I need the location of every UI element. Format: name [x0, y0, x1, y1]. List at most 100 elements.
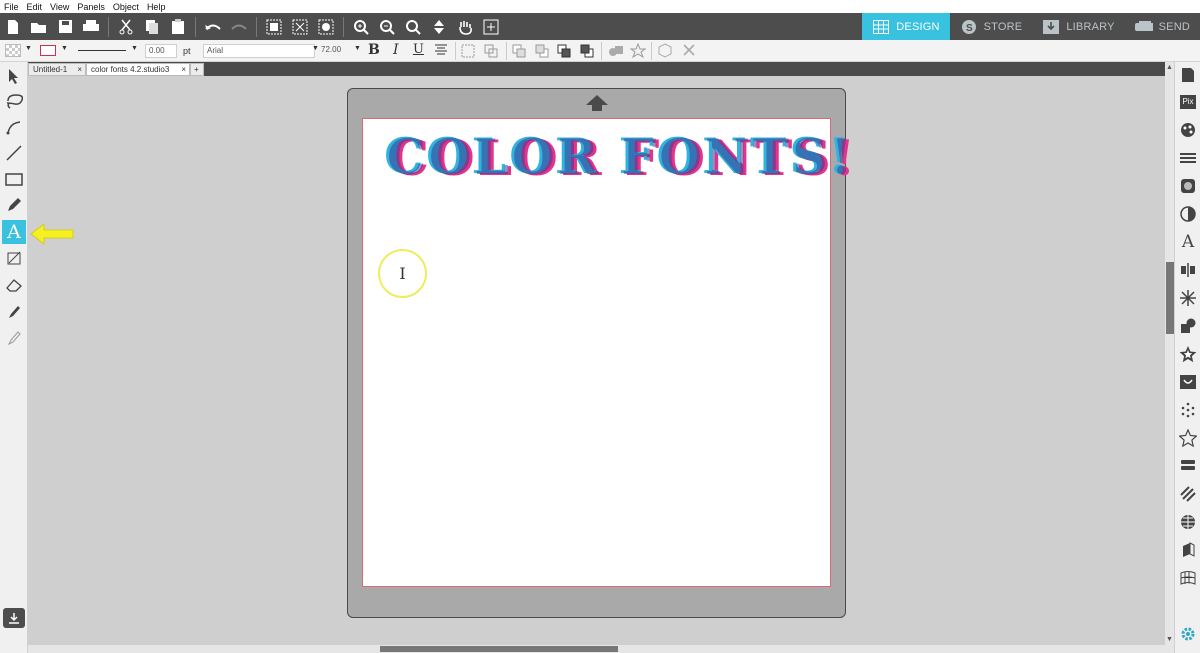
horizontal-scrollbar[interactable]	[28, 645, 1175, 653]
send-to-back-icon[interactable]	[580, 44, 594, 60]
delete-x-icon[interactable]	[682, 43, 696, 59]
svg-text:S: S	[966, 23, 973, 34]
pixscan-icon[interactable]: Pix	[1178, 92, 1198, 112]
bring-forward-icon[interactable]	[512, 44, 526, 60]
close-icon[interactable]: ×	[181, 64, 186, 75]
offset-star-icon[interactable]	[1178, 344, 1198, 364]
cut-icon[interactable]	[114, 16, 138, 38]
modify-shapes-icon[interactable]	[1178, 316, 1198, 336]
page-setup-icon[interactable]	[1178, 65, 1198, 85]
copy-icon[interactable]	[140, 16, 164, 38]
warp-grid-icon[interactable]	[1178, 568, 1198, 588]
zoom-select-icon[interactable]	[401, 16, 425, 38]
bring-to-front-icon[interactable]	[557, 44, 571, 60]
layers-icon[interactable]	[1178, 456, 1198, 476]
eraser-icon[interactable]	[2, 273, 26, 297]
fit-to-page-icon[interactable]	[427, 16, 451, 38]
text-align-icon[interactable]	[434, 44, 448, 58]
fill-color-swatch[interactable]	[5, 44, 21, 57]
rectangle-icon[interactable]	[2, 167, 26, 191]
line-width-field[interactable]: 0.00	[145, 44, 177, 58]
nav-design-label: DESIGN	[896, 20, 940, 33]
select-all-icon[interactable]	[262, 16, 286, 38]
vertical-scroll-thumb[interactable]	[1166, 262, 1174, 334]
sketch-hatch-icon[interactable]	[1178, 484, 1198, 504]
chevron-down-icon[interactable]: ▼	[131, 45, 138, 52]
add-page-icon[interactable]	[479, 16, 503, 38]
nav-send[interactable]: SEND	[1125, 13, 1200, 40]
deselect-icon[interactable]	[288, 16, 312, 38]
chevron-down-icon[interactable]: ▼	[61, 45, 68, 52]
replicate-dots-icon[interactable]	[1178, 400, 1198, 420]
bold-button[interactable]: B	[368, 42, 380, 58]
chevron-down-icon[interactable]: ▼	[25, 45, 32, 52]
line-style-preview[interactable]	[78, 50, 126, 51]
pencil-icon[interactable]	[2, 193, 26, 217]
weld-icon[interactable]	[608, 44, 624, 60]
zoom-out-icon[interactable]	[375, 16, 399, 38]
scroll-down-icon[interactable]: ▼	[1166, 636, 1173, 643]
menu-edit[interactable]: Edit	[27, 2, 43, 12]
line-style-icon[interactable]	[1178, 148, 1198, 168]
globe-icon[interactable]	[1178, 512, 1198, 532]
transform-icon[interactable]	[1178, 288, 1198, 308]
pattern-fill-icon[interactable]	[1178, 176, 1198, 196]
menu-help[interactable]: Help	[147, 2, 166, 12]
left-tool-panel: A	[0, 62, 28, 653]
fill-palette-icon[interactable]	[1178, 120, 1198, 140]
close-icon[interactable]: ×	[77, 64, 82, 75]
paste-icon[interactable]	[166, 16, 190, 38]
download-icon[interactable]	[3, 608, 25, 628]
italic-button[interactable]: I	[393, 42, 399, 58]
save-icon[interactable]	[53, 16, 77, 38]
color-fonts-title[interactable]: COLOR FONTS! COLOR FONTS! COLOR FONTS!	[384, 126, 855, 192]
new-tab-button[interactable]: +	[190, 63, 204, 76]
zoom-in-icon[interactable]	[349, 16, 373, 38]
text-style-icon[interactable]: A	[1178, 232, 1198, 252]
trace-icon[interactable]	[1178, 372, 1198, 392]
line-color-swatch[interactable]	[40, 45, 56, 56]
nav-design[interactable]: DESIGN	[862, 13, 950, 40]
chevron-down-icon[interactable]: ▼	[354, 45, 361, 52]
font-size-field[interactable]: 72.00	[318, 44, 354, 58]
ungroup-icon[interactable]	[484, 44, 498, 60]
offset-star-icon[interactable]	[629, 42, 647, 61]
settings-gear-icon[interactable]	[1178, 624, 1198, 644]
tab-untitled[interactable]: Untitled-1 ×	[28, 63, 86, 76]
shadow-icon[interactable]	[1178, 204, 1198, 224]
font-name-field[interactable]: Arial	[203, 44, 315, 58]
undo-icon[interactable]	[201, 16, 225, 38]
send-backward-icon[interactable]	[535, 44, 549, 60]
nav-library[interactable]: LIBRARY	[1032, 13, 1124, 40]
line-icon[interactable]	[2, 141, 26, 165]
scroll-up-icon[interactable]: ▲	[1166, 64, 1173, 71]
open-folder-icon[interactable]	[27, 16, 51, 38]
menu-object[interactable]: Object	[113, 2, 139, 12]
horizontal-scroll-thumb[interactable]	[380, 646, 618, 652]
menu-panels[interactable]: Panels	[77, 2, 105, 12]
fill-eyedropper-icon[interactable]	[2, 325, 26, 349]
select-arrow-icon[interactable]	[2, 64, 26, 88]
eyedropper-icon[interactable]	[2, 299, 26, 323]
star-icon[interactable]	[1178, 428, 1198, 448]
pan-hand-icon[interactable]	[453, 16, 477, 38]
nav-store[interactable]: S STORE	[950, 13, 1033, 40]
text-icon[interactable]: A	[2, 220, 26, 244]
replicate-cube-icon[interactable]	[657, 43, 673, 61]
knife-icon[interactable]	[2, 246, 26, 270]
tab-color-fonts-label: color fonts 4.2.studio3	[91, 65, 170, 74]
align-icon[interactable]	[1178, 260, 1198, 280]
print-icon[interactable]	[79, 16, 103, 38]
select-by-color-icon[interactable]	[314, 16, 338, 38]
lasso-icon[interactable]	[2, 89, 26, 113]
group-icon[interactable]	[461, 44, 475, 60]
3d-box-icon[interactable]	[1178, 540, 1198, 560]
tab-color-fonts[interactable]: color fonts 4.2.studio3 ×	[86, 63, 190, 76]
bezier-icon[interactable]	[2, 115, 26, 139]
menu-file[interactable]: File	[4, 2, 19, 12]
new-file-icon[interactable]	[1, 16, 25, 38]
mat-feed-arrow-icon[interactable]	[585, 94, 609, 112]
underline-button[interactable]: U	[413, 42, 424, 57]
menu-view[interactable]: View	[50, 2, 69, 12]
redo-icon[interactable]	[227, 16, 251, 38]
